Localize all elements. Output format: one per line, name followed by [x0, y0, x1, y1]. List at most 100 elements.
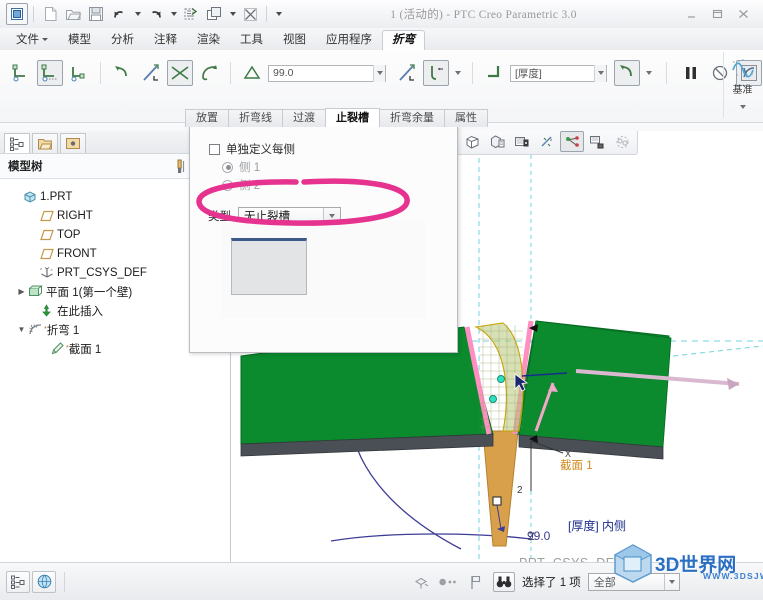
datum-group: 基准 — [723, 52, 761, 118]
subtab-bend-allowance[interactable]: 折弯余量 — [379, 109, 445, 127]
tree-filter-icon[interactable] — [172, 157, 190, 175]
side1-row[interactable]: 侧 1 — [190, 158, 457, 176]
subtab-properties[interactable]: 属性 — [444, 109, 488, 127]
redo-icon[interactable] — [144, 3, 166, 25]
undo-caret-icon[interactable] — [131, 3, 143, 25]
subtab-placement[interactable]: 放置 — [185, 109, 229, 127]
datum-display-icon[interactable]: x — [535, 131, 559, 152]
ribbon-tab-analysis[interactable]: 分析 — [101, 30, 144, 50]
datum-group-caret-icon[interactable] — [737, 96, 749, 118]
open-icon[interactable] — [62, 3, 84, 25]
repaint-icon[interactable] — [460, 131, 484, 152]
find-binoculars-icon[interactable] — [493, 572, 515, 592]
favorites-tab[interactable] — [60, 133, 86, 153]
folder-browser-tab[interactable] — [32, 133, 58, 153]
minimize-button[interactable] — [683, 7, 699, 21]
thickness-field[interactable] — [510, 64, 607, 82]
separate-sides-row[interactable]: 单独定义每侧 — [190, 140, 457, 158]
thickness-icon[interactable] — [481, 60, 507, 86]
bend-both-sides-icon[interactable] — [167, 60, 193, 86]
point-display-icon[interactable] — [560, 131, 584, 152]
selection-filter-caret-icon[interactable] — [663, 574, 679, 590]
pause-icon[interactable] — [678, 60, 704, 86]
bend-command-row: ✕ — [8, 60, 763, 86]
redo-caret-icon[interactable] — [167, 3, 179, 25]
chevron-down-icon — [42, 38, 48, 42]
status-left-buttons — [0, 570, 71, 593]
selection-status-text: 选择了 1 项 — [522, 577, 581, 589]
side2-row[interactable]: 侧 2 — [190, 176, 457, 194]
separate-sides-checkbox[interactable] — [209, 143, 220, 155]
side2-label: 侧 2 — [239, 180, 261, 192]
bend-relief-icon[interactable] — [196, 60, 222, 86]
close-button[interactable] — [735, 7, 751, 21]
shading-icon[interactable] — [485, 131, 509, 152]
angle-icon[interactable] — [239, 60, 265, 86]
bend-placement-1-icon[interactable] — [8, 60, 34, 86]
thickness-input[interactable] — [511, 64, 595, 82]
model-tree-toggle-icon[interactable] — [6, 570, 30, 593]
browser-toggle-icon[interactable] — [32, 570, 56, 593]
angle-field[interactable] — [268, 64, 386, 82]
model-tree-title: 模型树 — [8, 161, 43, 173]
window-caret-icon[interactable] — [226, 3, 238, 25]
flip-angle-icon[interactable] — [394, 60, 420, 86]
app-menu-icon[interactable] — [6, 3, 28, 25]
close-window-icon[interactable] — [239, 3, 261, 25]
tree-node-label: 在此插入 — [57, 305, 103, 318]
ribbon-divider-4 — [666, 62, 667, 84]
tree-expander[interactable]: ▶ — [16, 287, 27, 296]
ribbon-tab-annotate[interactable]: 注释 — [144, 30, 187, 50]
insert-icon — [38, 304, 55, 317]
side2-radio[interactable] — [222, 179, 233, 191]
flag-icon[interactable] — [466, 573, 486, 591]
ribbon-tab-render[interactable]: 渲染 — [187, 30, 230, 50]
svg-text:z: z — [40, 266, 42, 271]
flip-direction-icon[interactable] — [138, 60, 164, 86]
ribbon-tab-file-label: 文件 — [16, 34, 39, 46]
side1-radio[interactable] — [222, 161, 233, 173]
tree-node-label: FRONT — [57, 247, 97, 260]
save-icon[interactable] — [85, 3, 107, 25]
ribbon-divider-3 — [472, 62, 473, 84]
undo-icon[interactable] — [108, 3, 130, 25]
bend-direction-icon[interactable] — [109, 60, 135, 86]
bend-end-icon[interactable] — [614, 60, 640, 86]
datum-curve-icon[interactable] — [729, 55, 757, 80]
window-title: 1 (活动的) - PTC Creo Parametric 3.0 — [390, 9, 577, 21]
bend-radius-caret-icon[interactable] — [452, 62, 464, 84]
wall-icon — [27, 285, 44, 298]
bend-end-caret-icon[interactable] — [643, 62, 655, 84]
bend-radius-icon[interactable] — [423, 60, 449, 86]
creo-parametric-window: 1 (活动的) - PTC Creo Parametric 3.0 文件 模型 … — [0, 0, 763, 600]
bend-placement-3-icon[interactable] — [66, 60, 92, 86]
thickness-dropdown-button[interactable] — [594, 64, 606, 82]
ribbon-tab-model[interactable]: 模型 — [58, 30, 101, 50]
annotation-display-icon[interactable] — [585, 131, 609, 152]
new-icon[interactable] — [39, 3, 61, 25]
ribbon-tab-applications[interactable]: 应用程序 — [316, 30, 382, 50]
model-tree-tab[interactable] — [4, 133, 30, 153]
selection-filter-combo[interactable]: 全部 — [587, 573, 680, 591]
tree-expander[interactable]: ▼ — [16, 325, 27, 334]
customize-qat-icon[interactable] — [272, 3, 284, 25]
drag-handle-2 — [489, 395, 497, 403]
ribbon-tab-view[interactable]: 视图 — [273, 30, 316, 50]
bend-placement-2-icon[interactable] — [37, 60, 63, 86]
regenerate-icon[interactable] — [180, 3, 202, 25]
angle-dropdown-button[interactable] — [373, 64, 385, 82]
selection-dots-icon[interactable] — [439, 573, 459, 591]
saved-views-icon[interactable] — [510, 131, 534, 152]
3d-dragger-icon[interactable] — [412, 573, 432, 591]
ribbon-tab-bend[interactable]: 折弯 — [382, 30, 425, 50]
subtab-relief[interactable]: 止裂槽 — [325, 108, 380, 127]
ribbon-tab-tools[interactable]: 工具 — [230, 30, 273, 50]
maximize-button[interactable] — [709, 7, 725, 21]
window-switch-icon[interactable] — [203, 3, 225, 25]
angle-input[interactable] — [269, 64, 374, 82]
subtab-bendline[interactable]: 折弯线 — [228, 109, 283, 127]
ribbon-tab-file[interactable]: 文件 — [6, 30, 58, 50]
subtab-transition[interactable]: 过渡 — [282, 109, 326, 127]
spin-center-icon[interactable] — [610, 131, 634, 152]
status-divider — [64, 571, 65, 592]
